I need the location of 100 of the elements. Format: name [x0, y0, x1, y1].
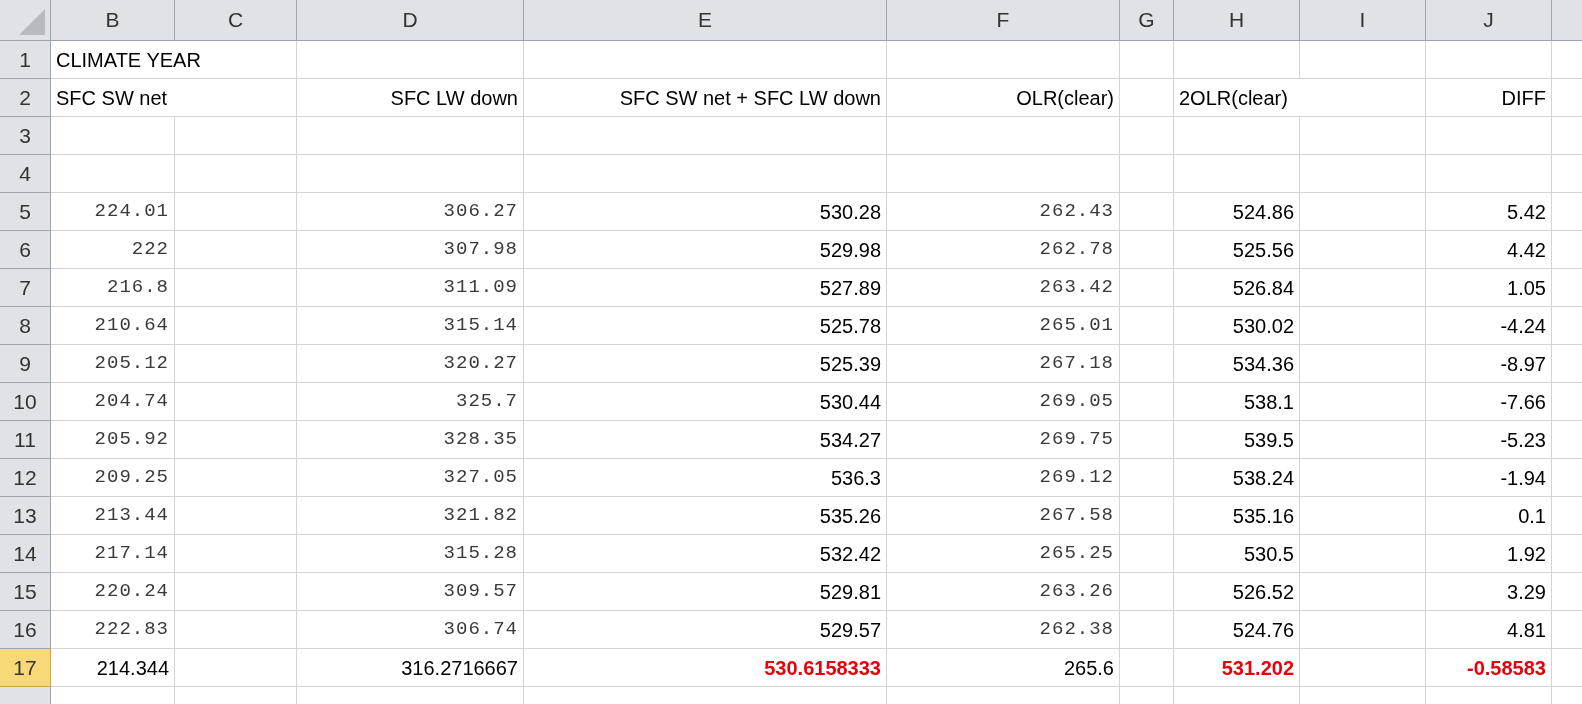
table-cell: 307.98 — [297, 231, 524, 269]
table-cell: 531.202 — [1174, 649, 1300, 687]
table-cell: 3.29 — [1426, 573, 1552, 611]
table-cell: 216.8 — [51, 269, 175, 307]
table-cell: 525.78 — [524, 307, 887, 345]
column-header[interactable]: H — [1174, 0, 1300, 41]
row-header[interactable]: 6 — [0, 231, 51, 269]
row-header[interactable]: 14 — [0, 535, 51, 573]
table-cell: 267.18 — [887, 345, 1120, 383]
row-header[interactable]: 16 — [0, 611, 51, 649]
table-cell: 529.57 — [524, 611, 887, 649]
column-header[interactable]: F — [887, 0, 1120, 41]
table-cell: -0.58583 — [1426, 649, 1552, 687]
table-cell: 525.56 — [1174, 231, 1300, 269]
table-cell: 532.42 — [524, 535, 887, 573]
table-cell: 530.6158333 — [524, 649, 887, 687]
table-cell: 1.05 — [1426, 269, 1552, 307]
table-cell: 269.05 — [887, 383, 1120, 421]
table-cell: 538.1 — [1174, 383, 1300, 421]
table-cell: 534.36 — [1174, 345, 1300, 383]
empty-cell — [1120, 269, 1174, 307]
empty-cell — [1120, 117, 1174, 155]
row-header[interactable]: 15 — [0, 573, 51, 611]
row-header[interactable]: 8 — [0, 307, 51, 345]
row-header[interactable]: 7 — [0, 269, 51, 307]
empty-cell — [1120, 41, 1174, 79]
table-cell: 0.1 — [1426, 497, 1552, 535]
table-cell: 205.92 — [51, 421, 175, 459]
table-cell: 220.24 — [51, 573, 175, 611]
table-cell: 224.01 — [51, 193, 175, 231]
table-cell: 4.42 — [1426, 231, 1552, 269]
column-header[interactable]: I — [1300, 0, 1426, 41]
triangle-icon — [19, 9, 45, 35]
table-cell: 4.81 — [1426, 611, 1552, 649]
table-cell: 309.57 — [297, 573, 524, 611]
row-header[interactable]: 4 — [0, 155, 51, 193]
empty-cell — [1120, 155, 1174, 193]
table-cell: 535.16 — [1174, 497, 1300, 535]
row-header[interactable]: 5 — [0, 193, 51, 231]
table-cell: 529.81 — [524, 573, 887, 611]
table-cell: 530.28 — [524, 193, 887, 231]
table-cell: 263.26 — [887, 573, 1120, 611]
empty-cell — [1120, 649, 1174, 687]
column-header[interactable]: E — [524, 0, 887, 41]
table-cell: SFC SW net — [51, 79, 297, 117]
row-header[interactable]: 9 — [0, 345, 51, 383]
table-cell: 217.14 — [51, 535, 175, 573]
row-header[interactable]: 13 — [0, 497, 51, 535]
row-header[interactable]: 2 — [0, 79, 51, 117]
table-cell: 524.86 — [1174, 193, 1300, 231]
empty-cell — [1120, 459, 1174, 497]
table-cell: 265.25 — [887, 535, 1120, 573]
table-cell: 222 — [51, 231, 175, 269]
table-cell: 526.52 — [1174, 573, 1300, 611]
table-cell: 530.44 — [524, 383, 887, 421]
table-cell: 213.44 — [51, 497, 175, 535]
table-cell: CLIMATE YEAR — [51, 41, 297, 79]
table-cell: 265.01 — [887, 307, 1120, 345]
column-header[interactable] — [1552, 0, 1582, 41]
column-header[interactable]: B — [51, 0, 175, 41]
table-cell: 535.26 — [524, 497, 887, 535]
select-all-corner[interactable] — [0, 0, 51, 41]
table-cell: SFC LW down — [297, 79, 524, 117]
table-cell: 325.7 — [297, 383, 524, 421]
table-cell: -7.66 — [1426, 383, 1552, 421]
row-header[interactable]: 1 — [0, 41, 51, 79]
empty-cell — [1120, 345, 1174, 383]
table-cell: 262.38 — [887, 611, 1120, 649]
empty-cell — [1120, 383, 1174, 421]
table-cell: 214.344 — [51, 649, 175, 687]
empty-cell — [1120, 497, 1174, 535]
empty-cell — [1120, 573, 1174, 611]
table-cell: 306.27 — [297, 193, 524, 231]
empty-cell — [1120, 231, 1174, 269]
column-header[interactable]: D — [297, 0, 524, 41]
empty-cell — [1120, 611, 1174, 649]
table-cell: 526.84 — [1174, 269, 1300, 307]
table-cell: -8.97 — [1426, 345, 1552, 383]
row-header[interactable]: 10 — [0, 383, 51, 421]
column-header[interactable]: J — [1426, 0, 1552, 41]
empty-cell — [1120, 79, 1174, 117]
table-cell: 269.12 — [887, 459, 1120, 497]
table-cell: 5.42 — [1426, 193, 1552, 231]
table-cell: 320.27 — [297, 345, 524, 383]
table-cell: 525.39 — [524, 345, 887, 383]
row-header[interactable]: 3 — [0, 117, 51, 155]
table-cell: 524.76 — [1174, 611, 1300, 649]
table-cell: 530.02 — [1174, 307, 1300, 345]
table-cell: 527.89 — [524, 269, 887, 307]
table-cell: SFC SW net + SFC LW down — [524, 79, 887, 117]
row-header[interactable]: 17 — [0, 649, 51, 687]
table-cell: 205.12 — [51, 345, 175, 383]
row-header[interactable]: 11 — [0, 421, 51, 459]
table-cell: 534.27 — [524, 421, 887, 459]
table-cell: 315.28 — [297, 535, 524, 573]
column-header[interactable]: G — [1120, 0, 1174, 41]
column-header[interactable]: C — [175, 0, 297, 41]
table-cell: 530.5 — [1174, 535, 1300, 573]
table-cell: 306.74 — [297, 611, 524, 649]
row-header[interactable]: 12 — [0, 459, 51, 497]
